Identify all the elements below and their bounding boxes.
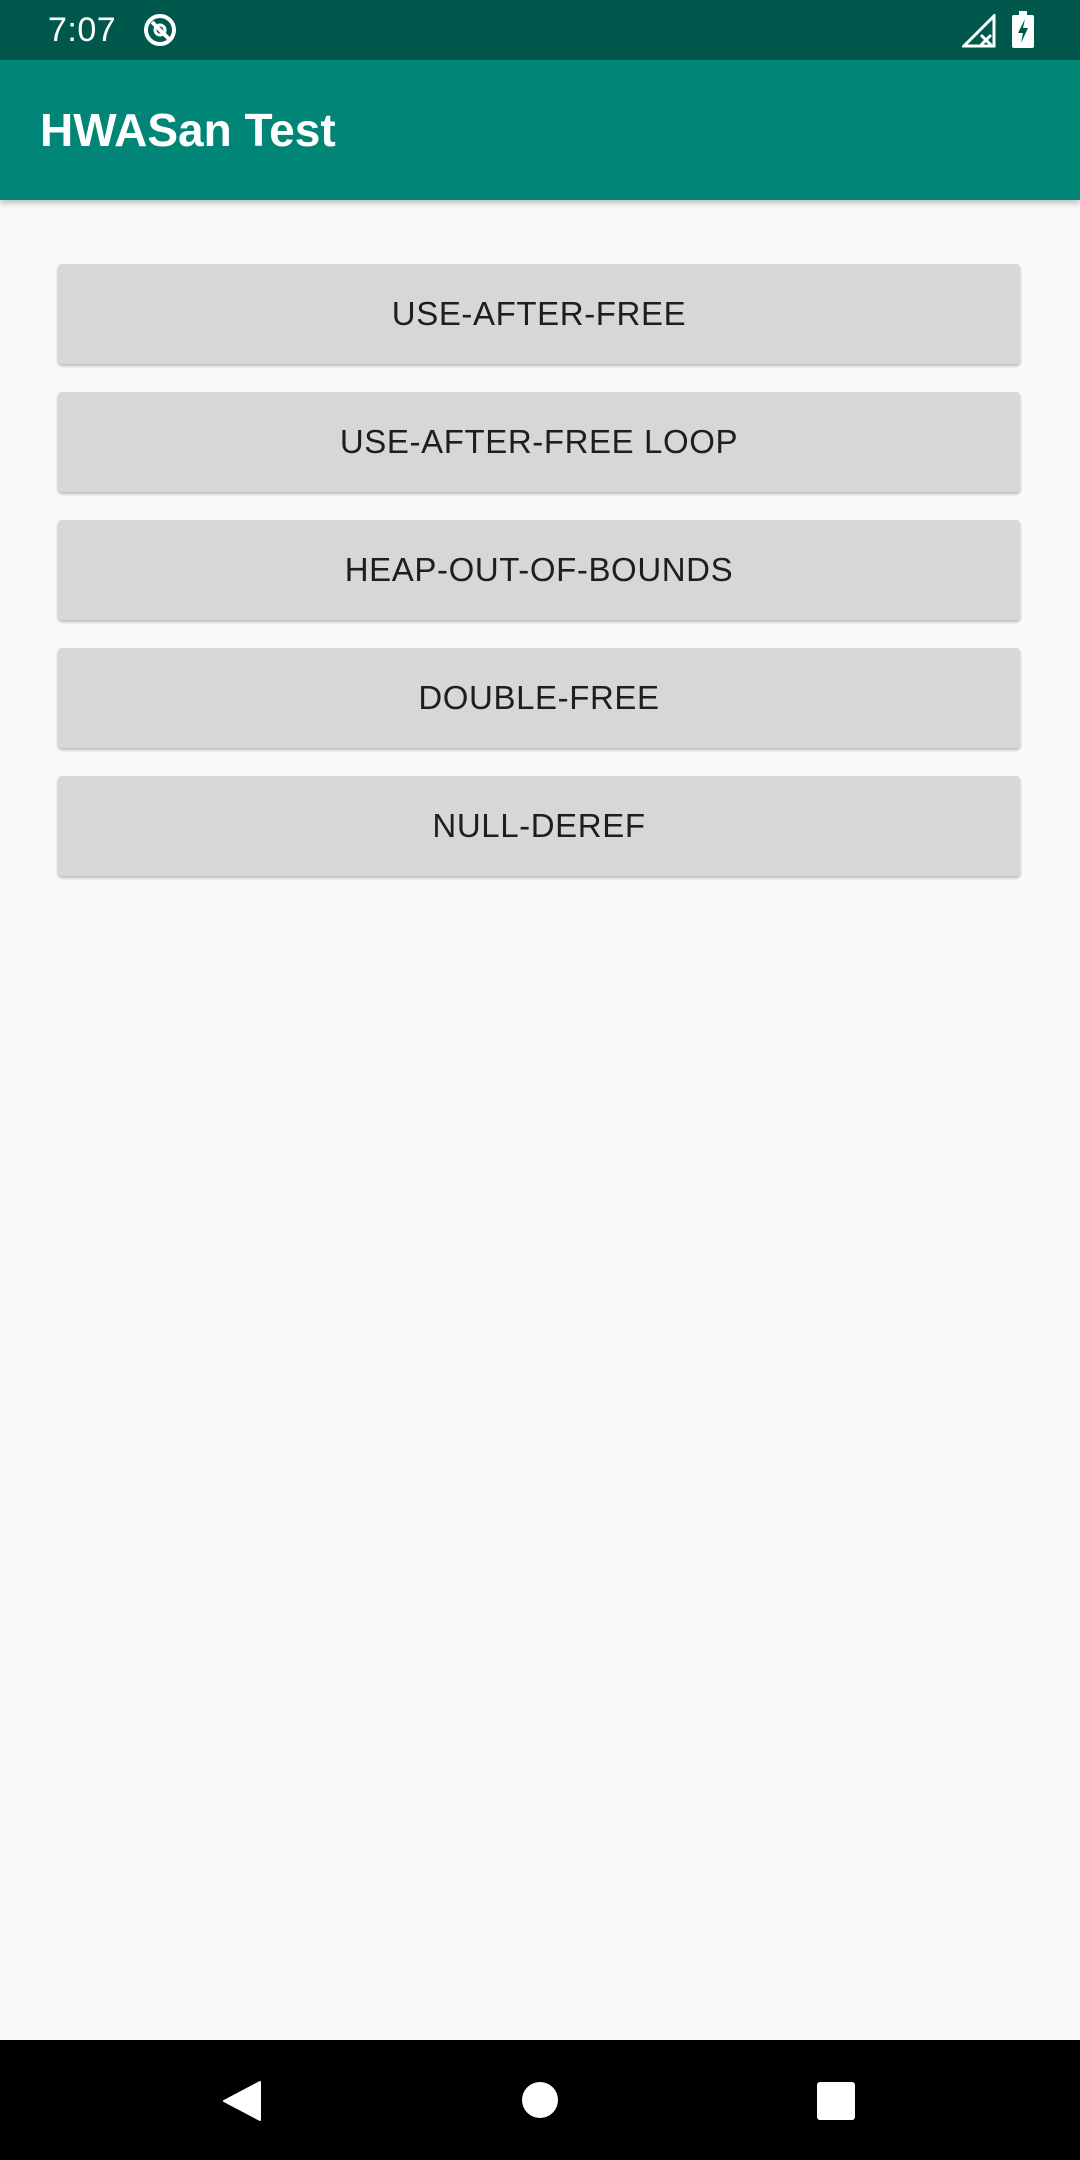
app-bar: HWASan Test xyxy=(0,60,1080,200)
sync-disabled-icon xyxy=(142,12,178,48)
home-icon[interactable] xyxy=(522,2082,558,2118)
button-list: USE-AFTER-FREE USE-AFTER-FREE LOOP HEAP-… xyxy=(58,264,1020,904)
use-after-free-button[interactable]: USE-AFTER-FREE xyxy=(58,264,1020,364)
battery-charging-icon xyxy=(1011,11,1035,49)
double-free-button[interactable]: DOUBLE-FREE xyxy=(58,648,1020,748)
null-deref-button[interactable]: NULL-DEREF xyxy=(58,776,1020,876)
screen: 7:07 HWASan Test USE-AFTER-FREE USE-AFTE… xyxy=(0,0,1080,2160)
recents-icon[interactable] xyxy=(817,2082,855,2120)
use-after-free-loop-button[interactable]: USE-AFTER-FREE LOOP xyxy=(58,392,1020,492)
no-signal-icon xyxy=(960,12,996,48)
app-title: HWASan Test xyxy=(40,104,336,156)
navigation-bar xyxy=(0,2040,1080,2160)
heap-out-of-bounds-button[interactable]: HEAP-OUT-OF-BOUNDS xyxy=(58,520,1020,620)
status-time: 7:07 xyxy=(48,11,117,49)
status-bar: 7:07 xyxy=(0,0,1080,60)
back-icon[interactable] xyxy=(222,2080,262,2122)
